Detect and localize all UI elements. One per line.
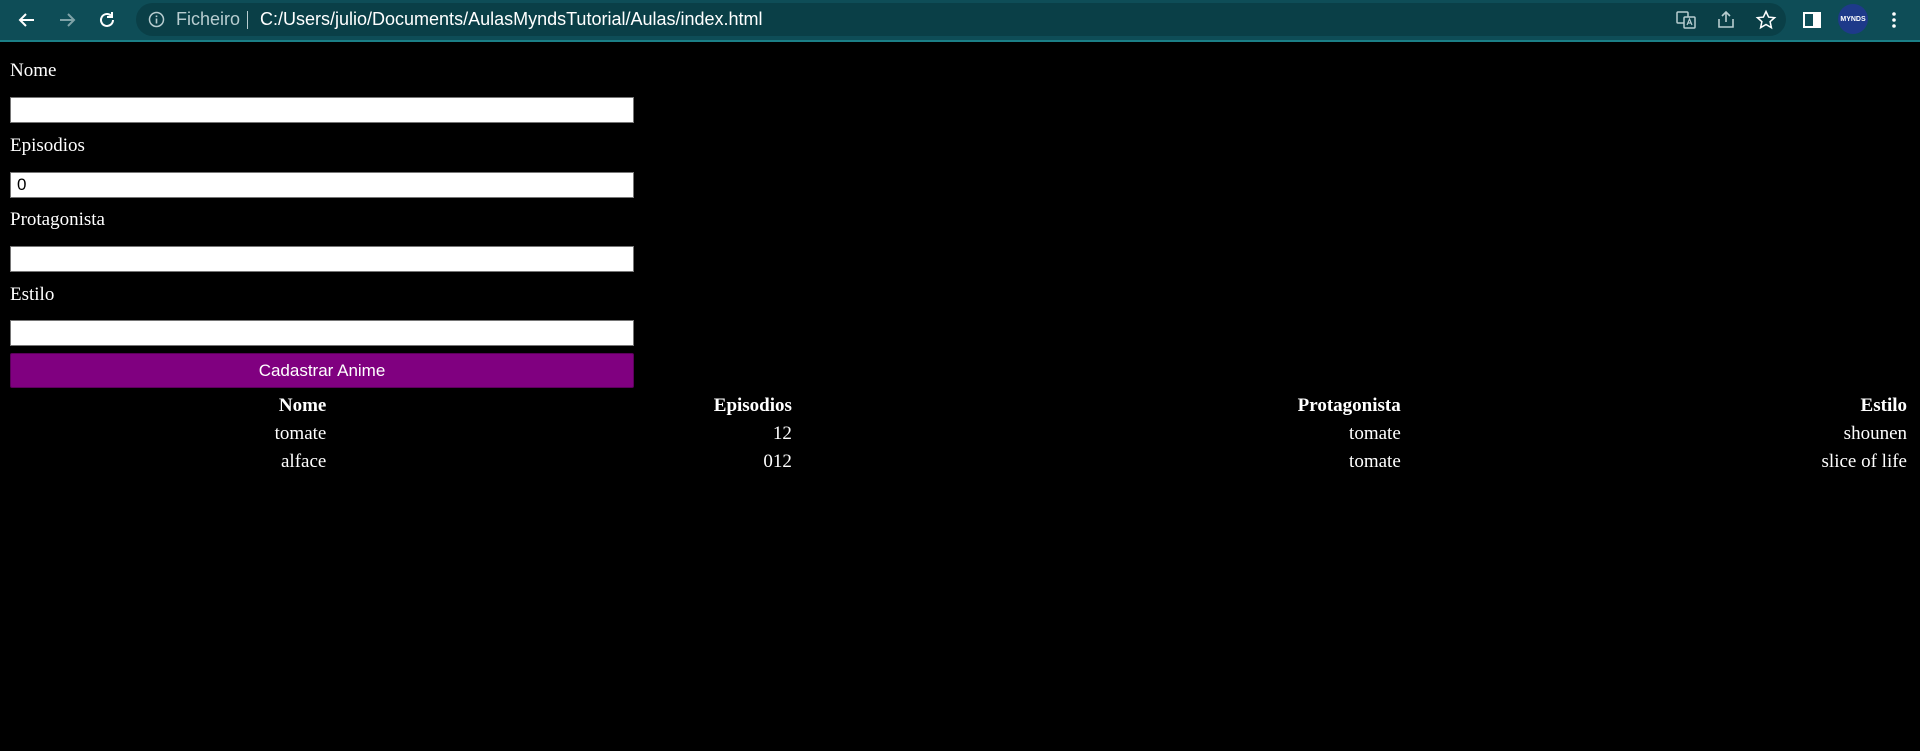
info-icon[interactable] <box>148 11 165 28</box>
reload-icon <box>100 12 114 27</box>
protagonista-label: Protagonista <box>10 209 105 230</box>
back-button[interactable] <box>11 4 43 36</box>
cell-nome: alface <box>281 451 327 472</box>
browser-toolbar: Ficheiro C:/Users/julio/Documents/AulasM… <box>0 0 1920 42</box>
table-row: tomate 12 tomate shounen <box>12 421 1908 447</box>
side-panel-button[interactable] <box>1797 5 1827 35</box>
protagonista-input[interactable] <box>10 246 634 272</box>
menu-button[interactable] <box>1879 5 1909 35</box>
table-header-row: Nome Episodios Protagonista Estilo <box>12 393 1908 419</box>
arrow-left-icon <box>18 13 34 27</box>
header-episodios: Episodios <box>713 395 792 416</box>
episodios-input[interactable] <box>10 172 634 198</box>
cell-estilo: slice of life <box>1821 451 1907 472</box>
table-row: alface 012 tomate slice of life <box>12 449 1908 475</box>
url-scheme-label: Ficheiro <box>176 9 241 29</box>
profile-avatar[interactable]: MYNDS <box>1838 4 1868 34</box>
header-protagonista: Protagonista <box>1297 395 1401 416</box>
header-nome: Nome <box>278 395 327 416</box>
anime-table: Nome Episodios Protagonista Estilo tomat… <box>10 391 1910 477</box>
cadastrar-anime-button[interactable]: Cadastrar Anime <box>10 353 634 388</box>
episodios-label: Episodios <box>10 135 85 156</box>
estilo-input[interactable] <box>10 320 634 346</box>
side-panel-icon <box>1803 12 1821 28</box>
cell-nome: tomate <box>274 423 327 444</box>
address-bar[interactable]: Ficheiro C:/Users/julio/Documents/AulasM… <box>136 3 1786 36</box>
translate-icon[interactable] <box>1675 9 1697 31</box>
url-text[interactable]: C:/Users/julio/Documents/AulasMyndsTutor… <box>260 9 763 30</box>
url-divider <box>247 11 248 29</box>
header-estilo: Estilo <box>1860 395 1907 416</box>
share-icon[interactable] <box>1715 9 1737 31</box>
forward-button[interactable] <box>51 4 83 36</box>
reload-button[interactable] <box>91 4 123 36</box>
nome-input[interactable] <box>10 97 634 123</box>
bookmark-star-icon[interactable] <box>1755 9 1777 31</box>
estilo-label: Estilo <box>10 284 55 305</box>
arrow-right-icon <box>60 13 76 27</box>
nome-label: Nome <box>10 60 57 81</box>
cell-episodios: 12 <box>772 423 792 444</box>
cell-episodios: 012 <box>763 451 792 472</box>
cell-protagonista: tomate <box>1349 423 1401 444</box>
more-vert-icon <box>1892 12 1896 28</box>
cell-estilo: shounen <box>1843 423 1907 444</box>
cell-protagonista: tomate <box>1349 451 1401 472</box>
